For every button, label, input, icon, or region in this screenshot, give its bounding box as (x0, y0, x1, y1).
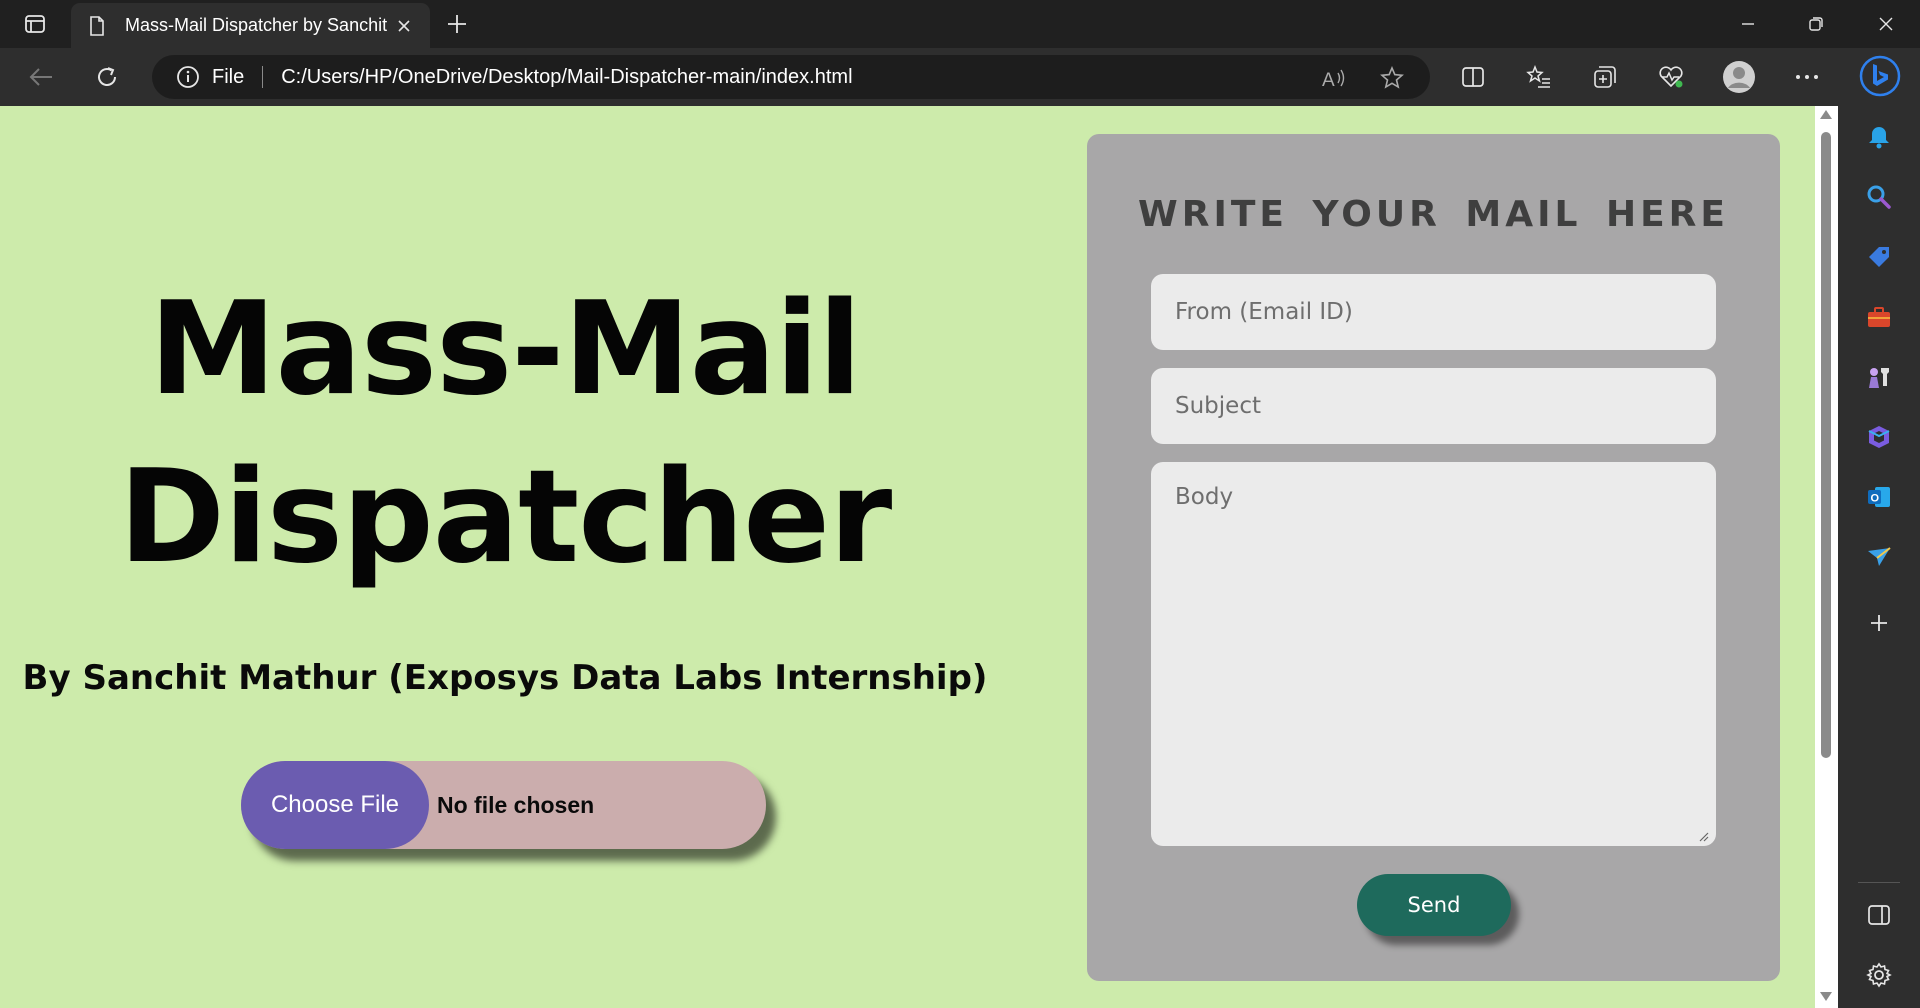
heart-pulse-icon (1659, 66, 1683, 88)
file-input[interactable]: Choose File No file chosen (241, 761, 766, 849)
info-icon[interactable] (176, 65, 200, 89)
scroll-up-arrow-icon[interactable] (1820, 110, 1832, 119)
sidebar-divider (1858, 882, 1900, 883)
paper-plane-icon (1868, 547, 1891, 566)
hero-title: Mass-Mail Dispatcher (60, 266, 950, 602)
refresh-button[interactable] (86, 56, 128, 98)
tab-title: Mass-Mail Dispatcher by Sanchit (125, 15, 388, 35)
bell-icon (1869, 127, 1889, 149)
notifications-button[interactable] (1858, 116, 1900, 158)
new-tab-button[interactable] (440, 8, 474, 40)
plus-icon (448, 15, 466, 33)
favorite-star-icon[interactable] (1374, 60, 1410, 96)
tab-actions-icon (25, 15, 45, 33)
collections-icon (1594, 66, 1616, 88)
minimize-icon (1742, 23, 1754, 25)
profile-button[interactable] (1718, 56, 1760, 98)
outlook-button[interactable]: O (1858, 476, 1900, 518)
close-tab-icon[interactable] (390, 12, 418, 40)
send-button[interactable]: Send (1357, 874, 1511, 936)
author-subtitle: By Sanchit Mathur (Exposys Data Labs Int… (22, 658, 988, 698)
add-sidebar-app-button[interactable] (1858, 602, 1900, 644)
sidebar-settings-button[interactable] (1858, 954, 1900, 996)
subject-input[interactable] (1151, 368, 1716, 444)
file-status-text: No file chosen (437, 791, 595, 818)
search-sidebar-button[interactable] (1858, 176, 1900, 218)
from-email-input[interactable] (1151, 274, 1716, 350)
drop-button[interactable] (1858, 536, 1900, 578)
favorites-button[interactable] (1518, 56, 1560, 98)
refresh-icon (98, 67, 116, 86)
copilot-icon (1859, 55, 1901, 97)
scrollbar-thumb[interactable] (1821, 132, 1831, 758)
address-scheme: File (212, 65, 245, 88)
favorites-icon (1526, 65, 1550, 88)
browser-essentials-button[interactable] (1650, 56, 1692, 98)
resize-grip-icon[interactable] (1697, 830, 1709, 842)
address-url[interactable]: C:/Users/HP/OneDrive/Desktop/Mail-Dispat… (281, 66, 852, 89)
gear-icon (1866, 962, 1892, 988)
scroll-down-arrow-icon[interactable] (1820, 992, 1832, 1001)
shopping-button[interactable] (1858, 236, 1900, 278)
read-aloud-icon[interactable]: A (1316, 60, 1352, 96)
microsoft-365-button[interactable] (1858, 416, 1900, 458)
games-button[interactable] (1858, 356, 1900, 398)
restore-icon (1809, 17, 1823, 31)
copilot-button[interactable] (1856, 52, 1904, 100)
restore-button[interactable] (1782, 0, 1850, 48)
toolbox-icon (1868, 307, 1890, 327)
browser-tab-active[interactable]: Mass-Mail Dispatcher by Sanchit (71, 3, 430, 48)
form-heading: WRITE YOUR MAIL HERE (1138, 194, 1729, 235)
split-screen-button[interactable] (1452, 56, 1494, 98)
svg-text:O: O (1871, 493, 1880, 505)
close-window-button[interactable] (1852, 0, 1920, 48)
office-icon (1868, 426, 1890, 448)
collections-button[interactable] (1584, 56, 1626, 98)
tools-button[interactable] (1858, 296, 1900, 338)
chess-pieces-icon (1869, 368, 1889, 388)
split-screen-icon (1462, 67, 1484, 87)
search-icon (1867, 185, 1891, 209)
back-button[interactable] (20, 56, 62, 98)
mail-form-card: WRITE YOUR MAIL HERE Send (1087, 134, 1780, 981)
hide-sidebar-button[interactable] (1858, 894, 1900, 936)
choose-file-button[interactable]: Choose File (241, 761, 429, 849)
avatar (1723, 61, 1755, 93)
sidebar-panel-icon (1868, 905, 1890, 925)
hero-title-line2: Dispatcher (118, 443, 892, 592)
outlook-icon: O (1868, 487, 1890, 507)
close-icon (1879, 17, 1893, 31)
page-viewport: Mass-Mail Dispatcher By Sanchit Mathur (… (0, 106, 1815, 1008)
shopping-tag-icon (1869, 247, 1889, 267)
address-separator (262, 66, 264, 88)
tab-actions-menu[interactable] (16, 10, 54, 38)
plus-icon (1871, 615, 1887, 631)
more-menu-button[interactable] (1786, 56, 1828, 98)
minimize-button[interactable] (1714, 0, 1782, 48)
svg-text:A: A (1322, 70, 1335, 89)
arrow-left-icon (29, 68, 52, 86)
body-textarea[interactable] (1151, 462, 1716, 846)
more-dots-icon (1796, 75, 1818, 79)
hero-title-line1: Mass-Mail (149, 275, 862, 424)
page-icon (89, 15, 107, 37)
address-bar[interactable]: File C:/Users/HP/OneDrive/Desktop/Mail-D… (152, 55, 1430, 99)
